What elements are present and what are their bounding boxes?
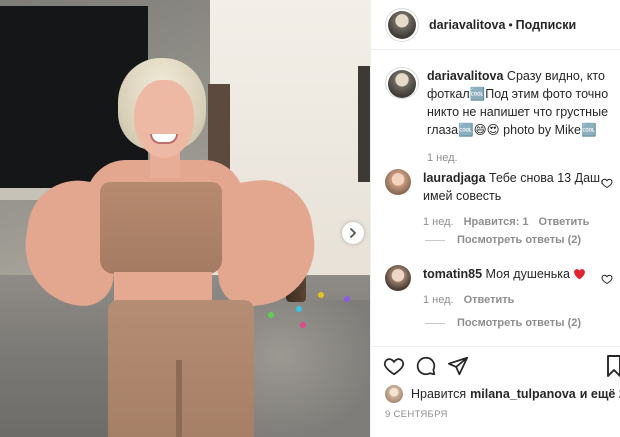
comment-text-line: lauradjaga Тебе снова 13 Даш, имей совес… [423,169,605,205]
comment-like-heart-icon[interactable] [601,177,613,189]
like-heart-icon[interactable] [383,355,405,377]
comment-username[interactable]: lauradjaga [423,171,486,185]
photo-painting [358,66,370,182]
liker-avatar[interactable] [385,385,403,403]
photo-toy [318,292,324,298]
reply-button[interactable]: Ответить [464,291,515,309]
caption-avatar[interactable] [388,70,416,98]
caption-avatar-ring[interactable] [385,67,419,99]
photo-toy [268,312,274,318]
comment-meta: 1 нед. Нравится: 1 Ответить [423,213,605,231]
share-icon[interactable] [447,355,469,377]
comment-icon[interactable] [415,355,437,377]
comment-item: lauradjaga Тебе снова 13 Даш, имей совес… [385,169,620,231]
comment-text-line: tomatin85 Моя душенька [423,265,605,283]
view-replies-button[interactable]: Посмотреть ответы (2) [425,234,581,246]
comment-avatar[interactable] [385,265,411,291]
comments-list[interactable]: dariavalitova Сразу видно, кто фоткал🆒По… [371,51,620,346]
comment-avatar[interactable] [385,169,411,195]
comment-time[interactable]: 1 нед. [423,213,454,231]
instagram-post-view: dariavalitova • Подписки dariavalitova С… [0,0,620,437]
post-side-panel: dariavalitova • Подписки dariavalitova С… [370,0,620,437]
comment-time[interactable]: 1 нед. [423,291,454,309]
caption: dariavalitova Сразу видно, кто фоткал🆒По… [385,67,620,167]
photo-toy [344,296,350,302]
heart-emoji-icon [574,269,586,280]
post-photo [0,0,370,437]
next-photo-button[interactable] [342,222,364,244]
reply-button[interactable]: Ответить [539,213,590,231]
likes-summary: Нравится milana_tulpanova и ещё 2 531 [385,385,620,403]
comment-username[interactable]: tomatin85 [423,267,482,281]
comment-like-heart-icon[interactable] [601,273,613,285]
photo-person-top [100,182,222,274]
photo-person-pants-seam [176,360,182,437]
photo-person-face [134,80,194,158]
liker-username[interactable]: milana_tulpanova [470,387,576,401]
photo-toy [296,306,302,312]
likes-prefix: Нравится [411,387,467,401]
following-button[interactable]: Подписки [516,18,577,32]
post-header: dariavalitova • Подписки [371,0,620,50]
author-avatar[interactable] [388,10,416,39]
comment-item: tomatin85 Моя душенька 1 нед. Ответить [385,265,620,309]
likes-count[interactable]: и ещё 2 531 [580,387,620,401]
comment-body: tomatin85 Моя душенька 1 нед. Ответить [423,265,605,309]
author-username[interactable]: dariavalitova [429,18,505,32]
caption-meta: 1 нед. [427,149,609,167]
comment-body: lauradjaga Тебе снова 13 Даш, имей совес… [423,169,605,231]
caption-time[interactable]: 1 нед. [427,149,458,167]
replies-line [425,239,445,241]
post-date[interactable]: 9 СЕНТЯБРЯ [385,409,448,420]
view-replies-button[interactable]: Посмотреть ответы (2) [425,317,581,329]
comment-text: Моя душенька [485,267,570,281]
caption-text-line: dariavalitova Сразу видно, кто фоткал🆒По… [427,67,609,139]
replies-line [425,322,445,324]
view-replies-label: Посмотреть ответы (2) [457,317,582,329]
comment-meta: 1 нед. Ответить [423,291,605,309]
separator-dot: • [508,17,513,32]
action-icons [383,355,469,377]
comment-likes[interactable]: Нравится: 1 [464,213,529,231]
photo-toy [300,322,306,328]
caption-username[interactable]: dariavalitova [427,69,503,83]
author-avatar-ring[interactable] [385,7,419,42]
post-actions: Нравится milana_tulpanova и ещё 2 531 9 … [371,346,620,437]
caption-body: dariavalitova Сразу видно, кто фоткал🆒По… [427,67,609,167]
bookmark-icon[interactable] [607,355,620,377]
view-replies-label: Посмотреть ответы (2) [457,234,582,246]
chevron-right-icon [350,228,356,238]
